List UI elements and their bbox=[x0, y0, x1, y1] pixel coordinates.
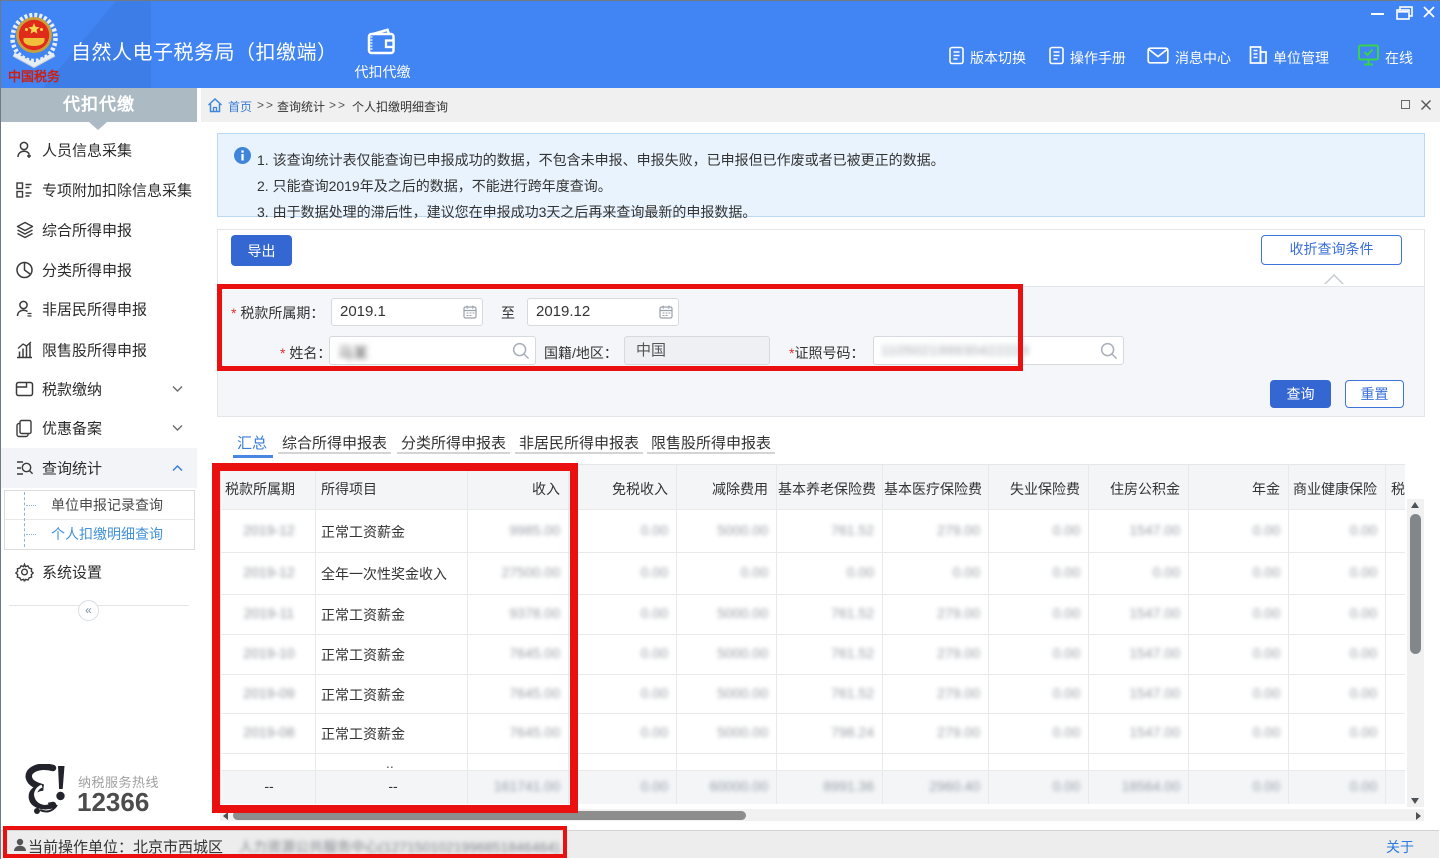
svg-text:中国税务: 中国税务 bbox=[8, 69, 60, 84]
